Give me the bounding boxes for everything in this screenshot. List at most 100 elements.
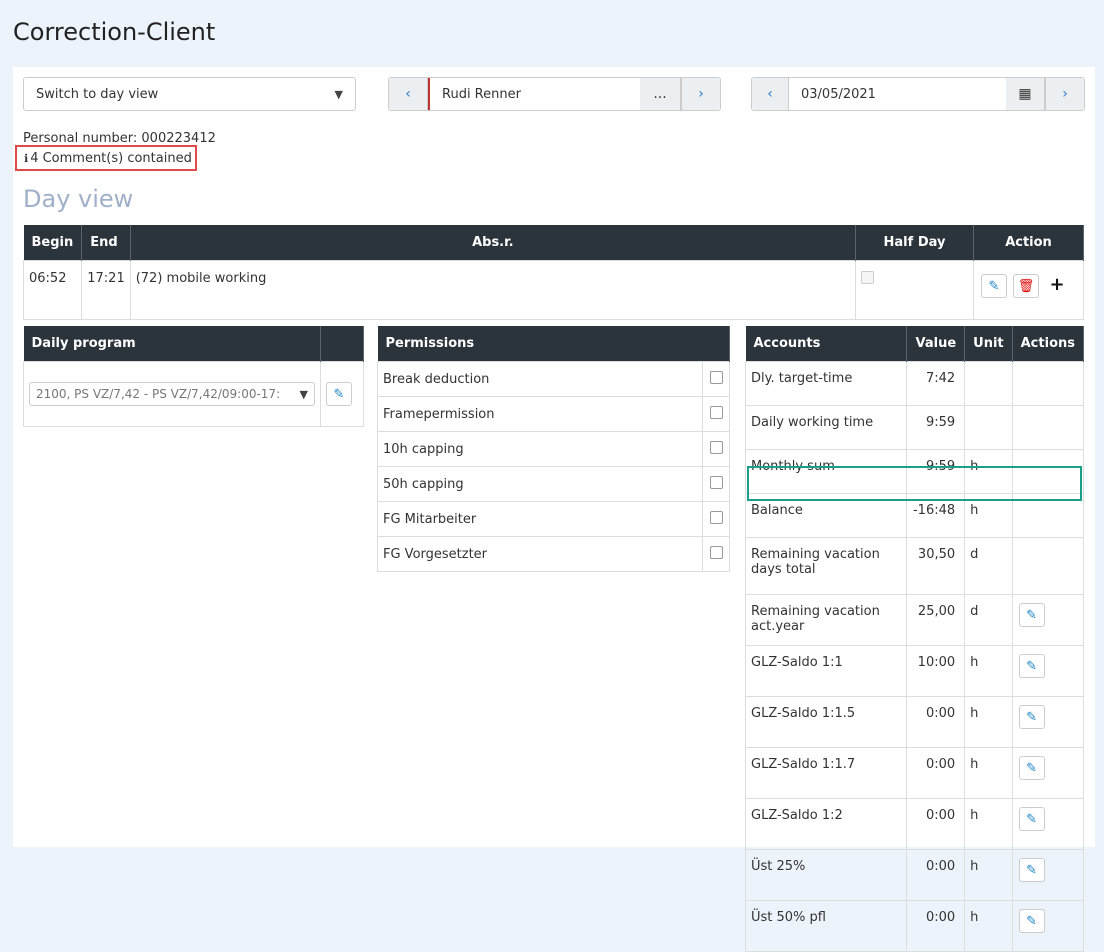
account-unit: h xyxy=(964,645,1013,697)
table-row: 06:52 17:21 (72) mobile working ✎ 🗑 + xyxy=(22,260,1084,320)
account-row: Üst 25% 0:00 h ✎ xyxy=(744,849,1085,901)
account-actions: ✎ xyxy=(1011,645,1085,697)
account-value: 10:00 xyxy=(906,645,966,697)
permission-row: 50h capping xyxy=(377,466,730,502)
permission-row: Framepermission xyxy=(377,396,730,432)
col-unit: Unit xyxy=(964,326,1013,362)
account-name: Dly. target-time xyxy=(744,361,908,406)
account-row: Remaining vacation act.year 25,00 d ✎ xyxy=(744,594,1085,646)
comments-text: 4 Comment(s) contained xyxy=(30,150,192,166)
col-absr: Abs.r. xyxy=(130,225,857,261)
chevron-down-icon: ▼ xyxy=(299,387,308,401)
edit-pencil-icon[interactable]: ✎ xyxy=(1018,654,1045,678)
permission-checkbox[interactable] xyxy=(709,545,723,559)
daily-program-select[interactable]: 2100, PS VZ/7,42 - PS VZ/7,42/09:00-17: … xyxy=(29,382,315,406)
comments-indicator[interactable]: ℹ 4 Comment(s) contained xyxy=(15,145,197,171)
permission-checkbox-cell xyxy=(702,396,730,432)
account-unit: h xyxy=(964,449,1013,494)
main-panel: Switch to day view ▼ ‹ Rudi Renner ... ›… xyxy=(13,67,1095,952)
account-unit: d xyxy=(964,537,1013,595)
edit-pencil-icon[interactable]: ✎ xyxy=(981,274,1007,298)
date-field[interactable]: 03/05/2021 xyxy=(789,78,1006,110)
permission-label: Break deduction xyxy=(377,361,703,397)
permission-checkbox-cell xyxy=(702,431,730,467)
permission-checkbox[interactable] xyxy=(709,370,723,384)
permission-checkbox[interactable] xyxy=(709,440,723,454)
account-row: Daily working time 9:59 xyxy=(744,405,1085,450)
account-value: 30,50 xyxy=(906,537,966,595)
account-actions: ✎ xyxy=(1011,900,1085,952)
edit-pencil-icon[interactable]: ✎ xyxy=(1018,705,1045,729)
permission-label: FG Vorgesetzter xyxy=(377,536,703,572)
view-select-label: Switch to day view xyxy=(36,86,159,102)
date-selector: ‹ 03/05/2021 ▦ › xyxy=(751,77,1085,111)
account-actions: ✎ xyxy=(1011,747,1085,799)
calendar-icon[interactable]: ▦ xyxy=(1006,78,1045,110)
account-unit xyxy=(964,361,1013,406)
permission-row: 10h capping xyxy=(377,431,730,467)
edit-pencil-icon[interactable]: ✎ xyxy=(1018,603,1045,627)
account-value: 9:59 xyxy=(906,449,966,494)
next-date-button[interactable]: › xyxy=(1045,78,1084,110)
begin-cell: 06:52 xyxy=(22,260,83,320)
account-actions xyxy=(1011,493,1085,538)
edit-pencil-icon[interactable]: ✎ xyxy=(326,382,352,406)
col-accounts: Accounts xyxy=(745,326,908,362)
account-unit xyxy=(964,405,1013,450)
permission-checkbox[interactable] xyxy=(709,510,723,524)
account-unit: h xyxy=(964,849,1013,901)
account-unit: h xyxy=(964,747,1013,799)
permission-label: FG Mitarbeiter xyxy=(377,501,703,537)
next-employee-button[interactable]: › xyxy=(681,78,720,110)
personal-number: Personal number: 000223412 xyxy=(23,131,216,146)
account-actions: ✎ xyxy=(1011,798,1085,850)
prev-employee-button[interactable]: ‹ xyxy=(389,78,428,110)
permission-row: FG Vorgesetzter xyxy=(377,536,730,572)
col-value: Value xyxy=(906,326,966,362)
edit-pencil-icon[interactable]: ✎ xyxy=(1018,858,1045,882)
permission-checkbox-cell xyxy=(702,466,730,502)
account-name: Remaining vacation act.year xyxy=(744,594,908,646)
account-name: Balance xyxy=(744,493,908,538)
account-value: 0:00 xyxy=(906,696,966,748)
account-actions: ✎ xyxy=(1011,696,1085,748)
permission-checkbox-cell xyxy=(702,501,730,537)
account-name: Monthly sum xyxy=(744,449,908,494)
half-day-checkbox[interactable] xyxy=(861,271,874,284)
permissions-table: Permissions Break deduction Framepermissi… xyxy=(377,326,730,572)
permission-checkbox-cell xyxy=(702,361,730,397)
account-name: GLZ-Saldo 1:2 xyxy=(744,798,908,850)
permission-checkbox[interactable] xyxy=(709,475,723,489)
account-name: Üst 50% pfl xyxy=(744,900,908,952)
daily-program-table: Daily program 2100, PS VZ/7,42 - PS VZ/7… xyxy=(23,326,364,427)
permission-label: 10h capping xyxy=(377,431,703,467)
prev-date-button[interactable]: ‹ xyxy=(752,78,789,110)
account-name: GLZ-Saldo 1:1.5 xyxy=(744,696,908,748)
permission-checkbox[interactable] xyxy=(709,405,723,419)
daily-program-header: Daily program xyxy=(23,326,321,362)
edit-pencil-icon[interactable]: ✎ xyxy=(1018,909,1045,933)
account-unit: h xyxy=(964,493,1013,538)
edit-pencil-icon[interactable]: ✎ xyxy=(1018,756,1045,780)
edit-pencil-icon[interactable]: ✎ xyxy=(1018,807,1045,831)
account-unit: h xyxy=(964,696,1013,748)
permission-checkbox-cell xyxy=(702,536,730,572)
half-day-cell xyxy=(855,260,974,320)
view-select[interactable]: Switch to day view ▼ xyxy=(23,77,356,111)
more-employee-button[interactable]: ... xyxy=(640,78,681,110)
account-name: Üst 25% xyxy=(744,849,908,901)
trash-icon[interactable]: 🗑 xyxy=(1013,274,1039,298)
account-name: GLZ-Saldo 1:1.7 xyxy=(744,747,908,799)
accounts-table: Accounts Value Unit Actions Dly. target-… xyxy=(744,326,1085,952)
account-row: Monthly sum 9:59 h xyxy=(744,449,1085,494)
account-value: 25,00 xyxy=(906,594,966,646)
add-icon[interactable]: + xyxy=(1045,273,1069,295)
col-end: End xyxy=(81,225,131,261)
section-title: Day view xyxy=(23,185,134,213)
account-unit: d xyxy=(964,594,1013,646)
account-actions: ✎ xyxy=(1011,849,1085,901)
daily-program-edit-cell: ✎ xyxy=(320,361,364,427)
account-row: GLZ-Saldo 1:2 0:00 h ✎ xyxy=(744,798,1085,850)
permission-label: Framepermission xyxy=(377,396,703,432)
employee-name-field[interactable]: Rudi Renner xyxy=(428,78,640,110)
